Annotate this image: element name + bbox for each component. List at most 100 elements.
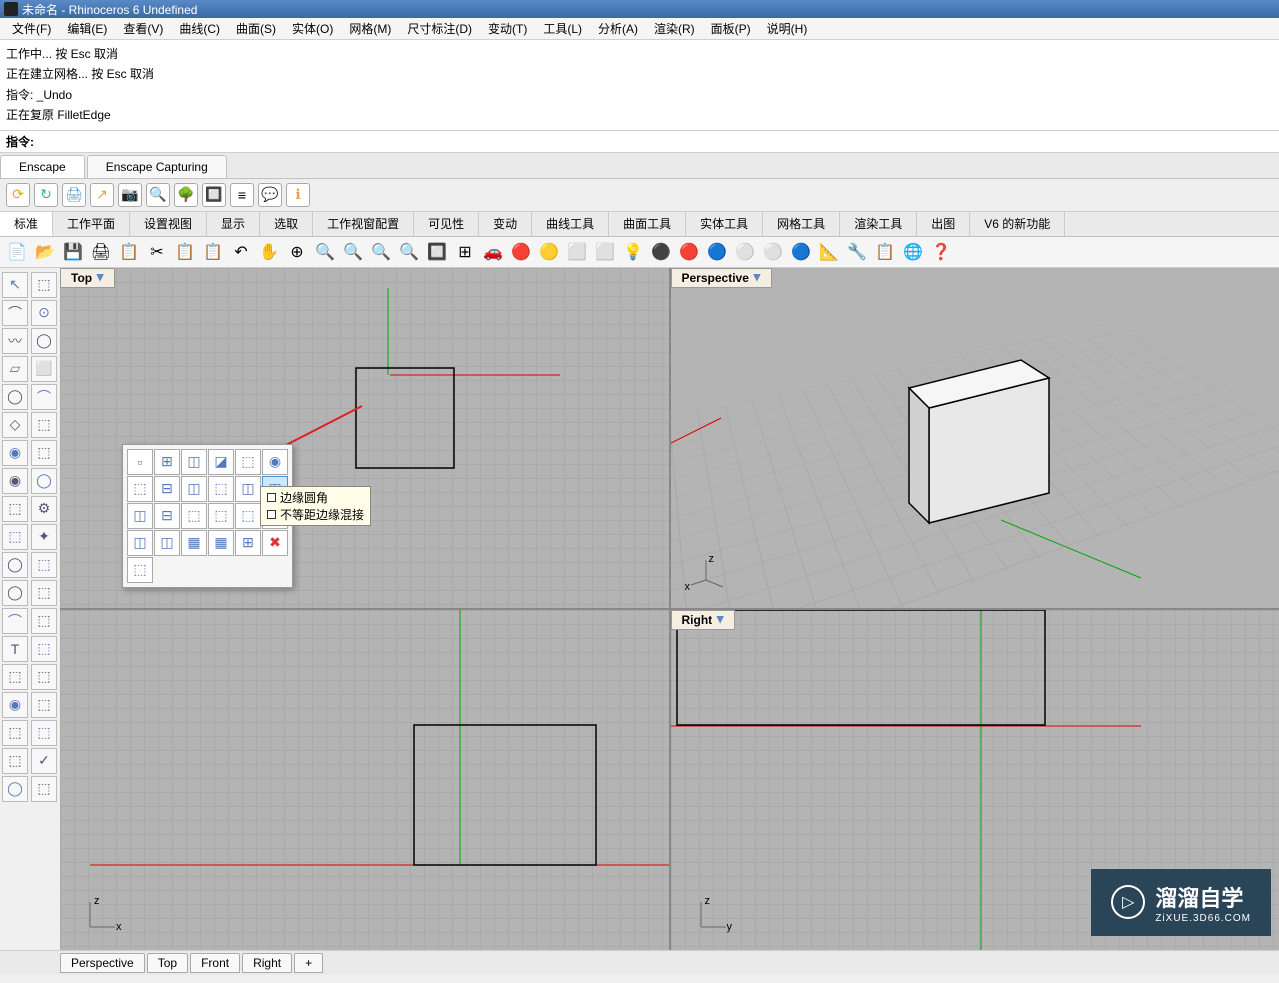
flyout-tool-btn[interactable]: ◫ [127,530,153,556]
menu-surface[interactable]: 曲面(S) [228,18,284,39]
left-tool-btn[interactable]: ⬜ [31,356,57,382]
toolbar-tab-curve[interactable]: 曲线工具 [532,212,609,236]
flyout-tool-btn[interactable]: ⬚ [127,557,153,583]
left-tool-btn[interactable]: ⬚ [31,720,57,746]
left-tool-btn[interactable]: ⬚ [31,440,57,466]
flyout-tool-btn[interactable]: ✖ [262,530,288,556]
main-toolbar-btn[interactable]: ⬜ [564,239,590,265]
menu-render[interactable]: 渲染(R) [646,18,703,39]
left-tool-btn[interactable]: ◉ [2,440,28,466]
viewport-label-right[interactable]: Right [671,610,736,630]
flyout-tool-btn[interactable]: ⬚ [208,503,234,529]
menu-mesh[interactable]: 网格(M) [341,18,399,39]
view-tab-perspective[interactable]: Perspective [60,953,145,973]
main-toolbar-btn[interactable]: ⚪ [732,239,758,265]
main-toolbar-btn[interactable]: 💾 [60,239,86,265]
toolbar-tab-visibility[interactable]: 可见性 [414,212,479,236]
left-tool-btn[interactable]: ◉ [2,692,28,718]
left-tool-btn[interactable]: ◯ [31,328,57,354]
main-toolbar-btn[interactable]: 🚗 [480,239,506,265]
chevron-down-icon[interactable] [96,274,104,282]
plugin-btn[interactable]: ↗ [90,183,114,207]
main-toolbar-btn[interactable]: 🔴 [508,239,534,265]
main-toolbar-btn[interactable]: ✋ [256,239,282,265]
left-tool-btn[interactable]: ◉ [2,468,28,494]
toolbar-tab-setview[interactable]: 设置视图 [130,212,207,236]
menu-view[interactable]: 查看(V) [115,18,171,39]
left-tool-btn[interactable]: ◯ [31,468,57,494]
main-toolbar-btn[interactable]: 🔍 [396,239,422,265]
main-toolbar-btn[interactable]: 🔧 [844,239,870,265]
toolbar-tab-cplane[interactable]: 工作平面 [53,212,130,236]
main-toolbar-btn[interactable]: 🔍 [312,239,338,265]
menu-file[interactable]: 文件(F) [4,18,59,39]
left-tool-btn[interactable]: ⌒ [2,608,28,634]
plugin-btn[interactable]: ↻ [34,183,58,207]
view-tab-right[interactable]: Right [242,953,292,973]
main-toolbar-btn[interactable]: 🌐 [900,239,926,265]
left-tool-btn[interactable]: ⬚ [31,580,57,606]
main-toolbar-btn[interactable]: ⬜ [592,239,618,265]
main-toolbar-btn[interactable]: 🔍 [340,239,366,265]
flyout-tool-btn[interactable]: ⬚ [181,503,207,529]
main-toolbar-btn[interactable]: 📂 [32,239,58,265]
left-tool-btn[interactable]: ✓ [31,748,57,774]
toolbar-tab-v6new[interactable]: V6 的新功能 [970,212,1065,236]
left-tool-btn[interactable]: ⊙ [31,300,57,326]
left-tool-btn[interactable]: ⚙ [31,496,57,522]
toolbar-tab-standard[interactable]: 标准 [0,212,53,236]
main-toolbar-btn[interactable]: 🖨 [88,239,114,265]
viewport-right[interactable]: Right z y ▷ 溜溜自学 ZiXUE.3D66.COM [671,610,1279,950]
plugin-btn[interactable]: 📷 [118,183,142,207]
left-tool-btn[interactable]: ◯ [2,776,28,802]
main-toolbar-btn[interactable]: 📋 [116,239,142,265]
toolbar-tab-transform[interactable]: 变动 [479,212,532,236]
menu-help[interactable]: 说明(H) [759,18,816,39]
command-line[interactable]: 指令: [0,131,1279,153]
left-tool-btn[interactable]: ⬚ [31,636,57,662]
flyout-tool-btn[interactable]: ⊞ [154,449,180,475]
flyout-tool-btn[interactable]: ▦ [181,530,207,556]
flyout-tool-btn[interactable]: ◉ [262,449,288,475]
flyout-tool-btn[interactable]: ◫ [127,503,153,529]
toolbar-tab-drafting[interactable]: 出图 [917,212,970,236]
toolbar-tab-select[interactable]: 选取 [260,212,313,236]
flyout-tool-btn[interactable]: ▫ [127,449,153,475]
plugin-btn[interactable]: 💬 [258,183,282,207]
flyout-tool-btn[interactable]: ◪ [208,449,234,475]
left-tool-btn[interactable]: ◯ [2,384,28,410]
tab-enscape-capturing[interactable]: Enscape Capturing [87,155,227,178]
menu-tools[interactable]: 工具(L) [535,18,590,39]
main-toolbar-btn[interactable]: 📐 [816,239,842,265]
main-toolbar-btn[interactable]: ⚫ [648,239,674,265]
flyout-tool-btn[interactable]: ⬚ [235,503,261,529]
left-tool-btn[interactable]: ⬚ [2,524,28,550]
plugin-btn[interactable]: 🖨 [62,183,86,207]
left-tool-btn[interactable]: ⬚ [31,272,57,298]
tab-enscape[interactable]: Enscape [0,155,85,178]
main-toolbar-btn[interactable]: ⚪ [760,239,786,265]
main-toolbar-btn[interactable]: 🔴 [676,239,702,265]
main-toolbar-btn[interactable]: 💡 [620,239,646,265]
flyout-tool-btn[interactable]: ◫ [181,449,207,475]
view-tab-front[interactable]: Front [190,953,240,973]
left-tool-btn[interactable]: ⬚ [2,664,28,690]
view-tab-add[interactable]: + [294,953,323,973]
main-toolbar-btn[interactable]: 🔍 [368,239,394,265]
flyout-tool-btn[interactable]: ▦ [208,530,234,556]
toolbar-tab-display[interactable]: 显示 [207,212,260,236]
main-toolbar-btn[interactable]: ✂ [144,239,170,265]
flyout-tool-btn[interactable]: ◫ [154,530,180,556]
flyout-tool-btn[interactable]: ⊞ [235,530,261,556]
main-toolbar-btn[interactable]: 📋 [200,239,226,265]
left-tool-btn[interactable]: ⬚ [2,496,28,522]
main-toolbar-btn[interactable]: 🔲 [424,239,450,265]
main-toolbar-btn[interactable]: ⊞ [452,239,478,265]
plugin-btn[interactable]: 🔍 [146,183,170,207]
plugin-btn[interactable]: ≡ [230,183,254,207]
viewport-label-top[interactable]: Top [60,268,115,288]
left-tool-btn[interactable]: ⌒ [31,384,57,410]
chevron-down-icon[interactable] [716,616,724,624]
toolbar-tab-surface[interactable]: 曲面工具 [609,212,686,236]
plugin-btn[interactable]: ⟳ [6,183,30,207]
